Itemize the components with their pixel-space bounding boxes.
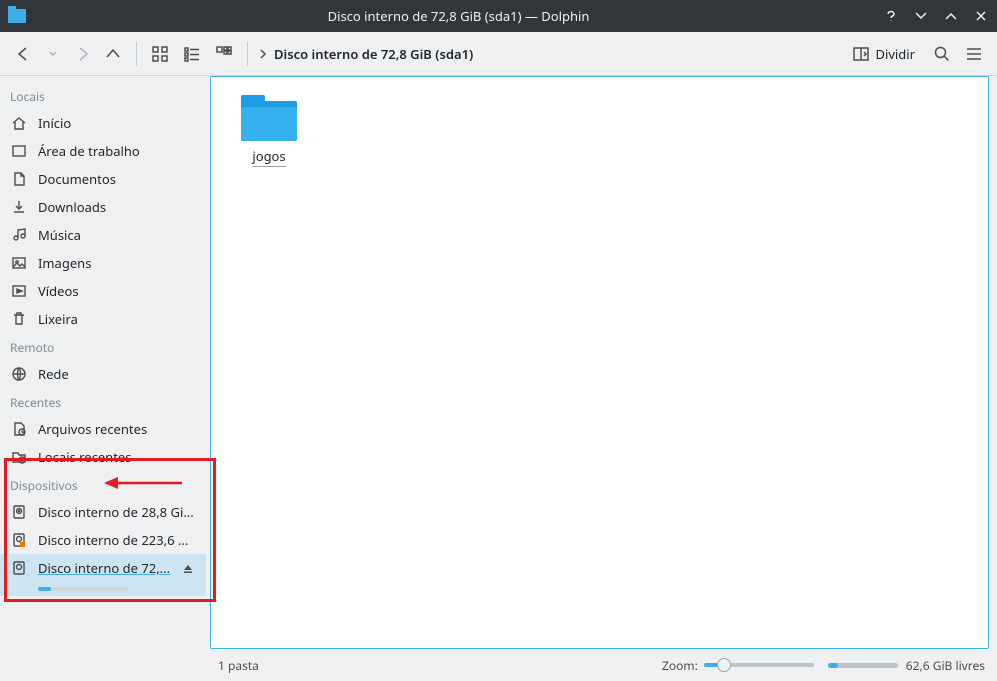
folder-icon (241, 95, 297, 141)
disk-icon (10, 531, 28, 549)
recent-files-icon (10, 420, 28, 438)
images-icon (10, 254, 28, 272)
breadcrumb-label: Disco interno de 72,8 GiB (sda1) (274, 45, 473, 63)
close-button[interactable] (973, 8, 989, 24)
item-count: 1 pasta (218, 657, 259, 674)
view-compact-button[interactable] (179, 41, 205, 67)
sidebar-item-disk-0[interactable]: Disco interno de 28,8 Gi... (0, 498, 206, 526)
split-label: Dividir (875, 45, 915, 63)
titlebar: Disco interno de 72,8 GiB (sda1) — Dolph… (0, 0, 997, 32)
free-space-label: 62,6 GiB livres (906, 657, 985, 674)
home-icon (10, 114, 28, 132)
disk-icon (10, 559, 28, 577)
app-window: Disco interno de 72,8 GiB (sda1) — Dolph… (0, 0, 997, 681)
breadcrumb[interactable]: Disco interno de 72,8 GiB (sda1) (258, 45, 473, 63)
disk-icon (10, 503, 28, 521)
folder-item[interactable]: jogos (229, 95, 309, 167)
split-view-button[interactable]: Dividir (845, 41, 923, 67)
documents-icon (10, 170, 28, 188)
sidebar-header-places: Locais (0, 82, 206, 109)
menu-button[interactable] (961, 41, 987, 67)
recent-places-icon (10, 448, 28, 466)
network-icon (10, 365, 28, 383)
sidebar-item-music[interactable]: Música (0, 221, 206, 249)
app-icon (8, 9, 26, 23)
chevron-right-icon (258, 49, 268, 59)
maximize-button[interactable] (943, 8, 959, 24)
sidebar-header-recent: Recentes (0, 388, 206, 415)
videos-icon (10, 282, 28, 300)
zoom-slider[interactable] (704, 663, 814, 667)
free-space-bar (828, 663, 898, 668)
file-view[interactable]: jogos (210, 76, 989, 649)
view-icons-button[interactable] (147, 41, 173, 67)
sidebar-item-videos[interactable]: Vídeos (0, 277, 206, 305)
back-button[interactable] (10, 41, 36, 67)
sidebar-item-downloads[interactable]: Downloads (0, 193, 206, 221)
sidebar-item-documents[interactable]: Documentos (0, 165, 206, 193)
back-history-dropdown[interactable] (40, 41, 66, 67)
sidebar: Locais Início Área de trabalho Documento… (0, 76, 206, 649)
sidebar-item-home[interactable]: Início (0, 109, 206, 137)
view-details-button[interactable] (211, 41, 237, 67)
sidebar-item-desktop[interactable]: Área de trabalho (0, 137, 206, 165)
sidebar-item-images[interactable]: Imagens (0, 249, 206, 277)
downloads-icon (10, 198, 28, 216)
trash-icon (10, 310, 28, 328)
sidebar-item-disk-2[interactable]: Disco interno de 72,... (0, 554, 206, 596)
desktop-icon (10, 142, 28, 160)
help-button[interactable] (883, 8, 899, 24)
body: Locais Início Área de trabalho Documento… (0, 76, 997, 649)
window-title: Disco interno de 72,8 GiB (sda1) — Dolph… (34, 7, 883, 25)
zoom-label: Zoom: (662, 657, 698, 674)
sidebar-header-devices: Dispositivos (0, 471, 206, 498)
eject-icon[interactable] (182, 561, 196, 575)
folder-name: jogos (252, 147, 285, 167)
disk-usage-bar (38, 587, 128, 591)
split-icon (853, 46, 869, 62)
toolbar: Disco interno de 72,8 GiB (sda1) Dividir (0, 32, 997, 76)
sidebar-item-network[interactable]: Rede (0, 360, 206, 388)
sidebar-item-recent-files[interactable]: Arquivos recentes (0, 415, 206, 443)
up-button[interactable] (100, 41, 126, 67)
minimize-button[interactable] (913, 8, 929, 24)
music-icon (10, 226, 28, 244)
search-button[interactable] (929, 41, 955, 67)
statusbar: 1 pasta Zoom: 62,6 GiB livres (0, 649, 997, 681)
sidebar-item-disk-1[interactable]: Disco interno de 223,6 ... (0, 526, 206, 554)
sidebar-header-remote: Remoto (0, 333, 206, 360)
sidebar-item-trash[interactable]: Lixeira (0, 305, 206, 333)
forward-button[interactable] (70, 41, 96, 67)
sidebar-item-recent-places[interactable]: Locais recentes (0, 443, 206, 471)
